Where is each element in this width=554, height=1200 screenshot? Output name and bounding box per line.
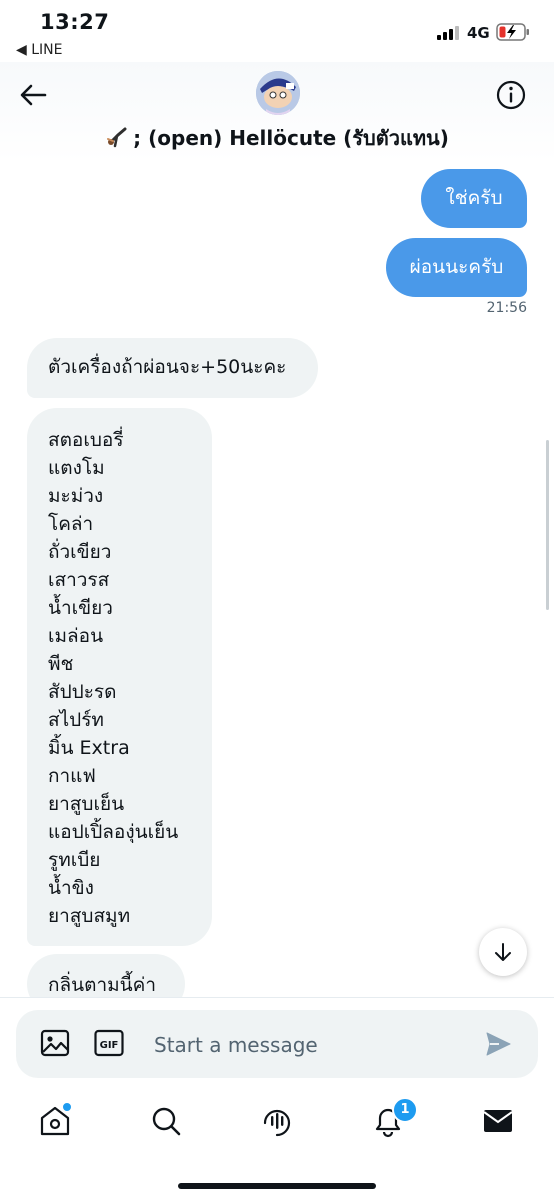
- tab-spaces[interactable]: [257, 1101, 297, 1141]
- status-bar: 13:27 ◀ LINE 4G: [0, 0, 554, 62]
- info-icon[interactable]: [495, 79, 527, 111]
- spaces-icon: [263, 1109, 291, 1137]
- incoming-message-flavor-list[interactable]: สตอเบอรี่ แตงโม มะม่วง โคล่า ถั่วเขียว เ…: [27, 408, 212, 946]
- tab-search[interactable]: [146, 1101, 186, 1141]
- flavor-line: สไปร์ท: [48, 709, 104, 731]
- network-type: 4G: [467, 24, 490, 42]
- back-to-line-link[interactable]: ◀ LINE: [16, 42, 62, 58]
- status-time: 13:27: [40, 10, 110, 34]
- flavor-line: มะม่วง: [48, 485, 104, 507]
- back-arrow-icon[interactable]: [18, 80, 48, 110]
- flavor-line: แอปเปิ้ลองุ่นเย็น: [48, 821, 179, 843]
- outgoing-message[interactable]: ใช่ครับ: [421, 169, 527, 228]
- incoming-message[interactable]: ตัวเครื่องถ้าผ่อนจะ+50นะคะ: [27, 338, 318, 398]
- message-input[interactable]: [152, 1028, 476, 1062]
- gymnast-emoji-icon: [107, 127, 127, 148]
- contact-avatar[interactable]: [256, 71, 300, 115]
- send-icon[interactable]: [484, 1030, 512, 1058]
- flavor-line: มิ้น Extra: [48, 737, 130, 759]
- image-icon[interactable]: [40, 1028, 70, 1058]
- tab-home[interactable]: [35, 1101, 75, 1141]
- flavor-line: กาแฟ: [48, 765, 96, 787]
- signal-icon: [437, 26, 459, 40]
- svg-text:GIF: GIF: [100, 1040, 119, 1051]
- message-composer: GIF: [16, 1010, 538, 1078]
- mail-icon: [483, 1110, 513, 1132]
- gif-icon[interactable]: GIF: [94, 1028, 124, 1058]
- flavor-line: น้ำขิง: [48, 877, 94, 899]
- flavor-line: ยาสูบเย็น: [48, 793, 125, 815]
- scrollbar[interactable]: [546, 440, 549, 610]
- flavor-line: ยาสูบสมูท: [48, 905, 131, 927]
- flavor-line: สตอเบอรี่: [48, 429, 124, 451]
- battery-charging-icon: [496, 23, 529, 41]
- home-indicator[interactable]: [178, 1183, 376, 1189]
- flavor-line: เสาวรส: [48, 569, 110, 591]
- flavor-line: แตงโม: [48, 457, 105, 479]
- tab-notifications[interactable]: 1: [368, 1097, 418, 1141]
- search-icon: [152, 1107, 181, 1136]
- outgoing-message[interactable]: ผ่อนนะครับ: [386, 238, 527, 297]
- flavor-line: พีช: [48, 653, 74, 675]
- flavor-line: เมล่อน: [48, 625, 104, 647]
- conversation-title-text: ; (open) Hellöcute (รับตัวแทน): [133, 126, 449, 150]
- flavor-line: น้ำเขียว: [48, 597, 113, 619]
- flavor-line: โคล่า: [48, 513, 94, 535]
- scroll-to-bottom-button[interactable]: [479, 928, 527, 976]
- conversation-header: ; (open) Hellöcute (รับตัวแทน): [0, 62, 554, 162]
- tab-messages[interactable]: [478, 1101, 518, 1141]
- message-timestamp: 21:56: [486, 300, 527, 316]
- conversation-title: ; (open) Hellöcute (รับตัวแทน): [0, 122, 554, 154]
- flavor-line: ถั่วเขียว: [48, 541, 112, 563]
- arrow-down-icon: [495, 943, 511, 961]
- flavor-line: สัปปะรด: [48, 681, 117, 703]
- notification-badge: 1: [392, 1097, 418, 1123]
- composer-area: GIF: [0, 997, 554, 1088]
- flavor-line: รูทเบีย: [48, 849, 101, 871]
- unread-dot: [61, 1101, 73, 1113]
- bottom-tab-bar: 1: [0, 1087, 554, 1200]
